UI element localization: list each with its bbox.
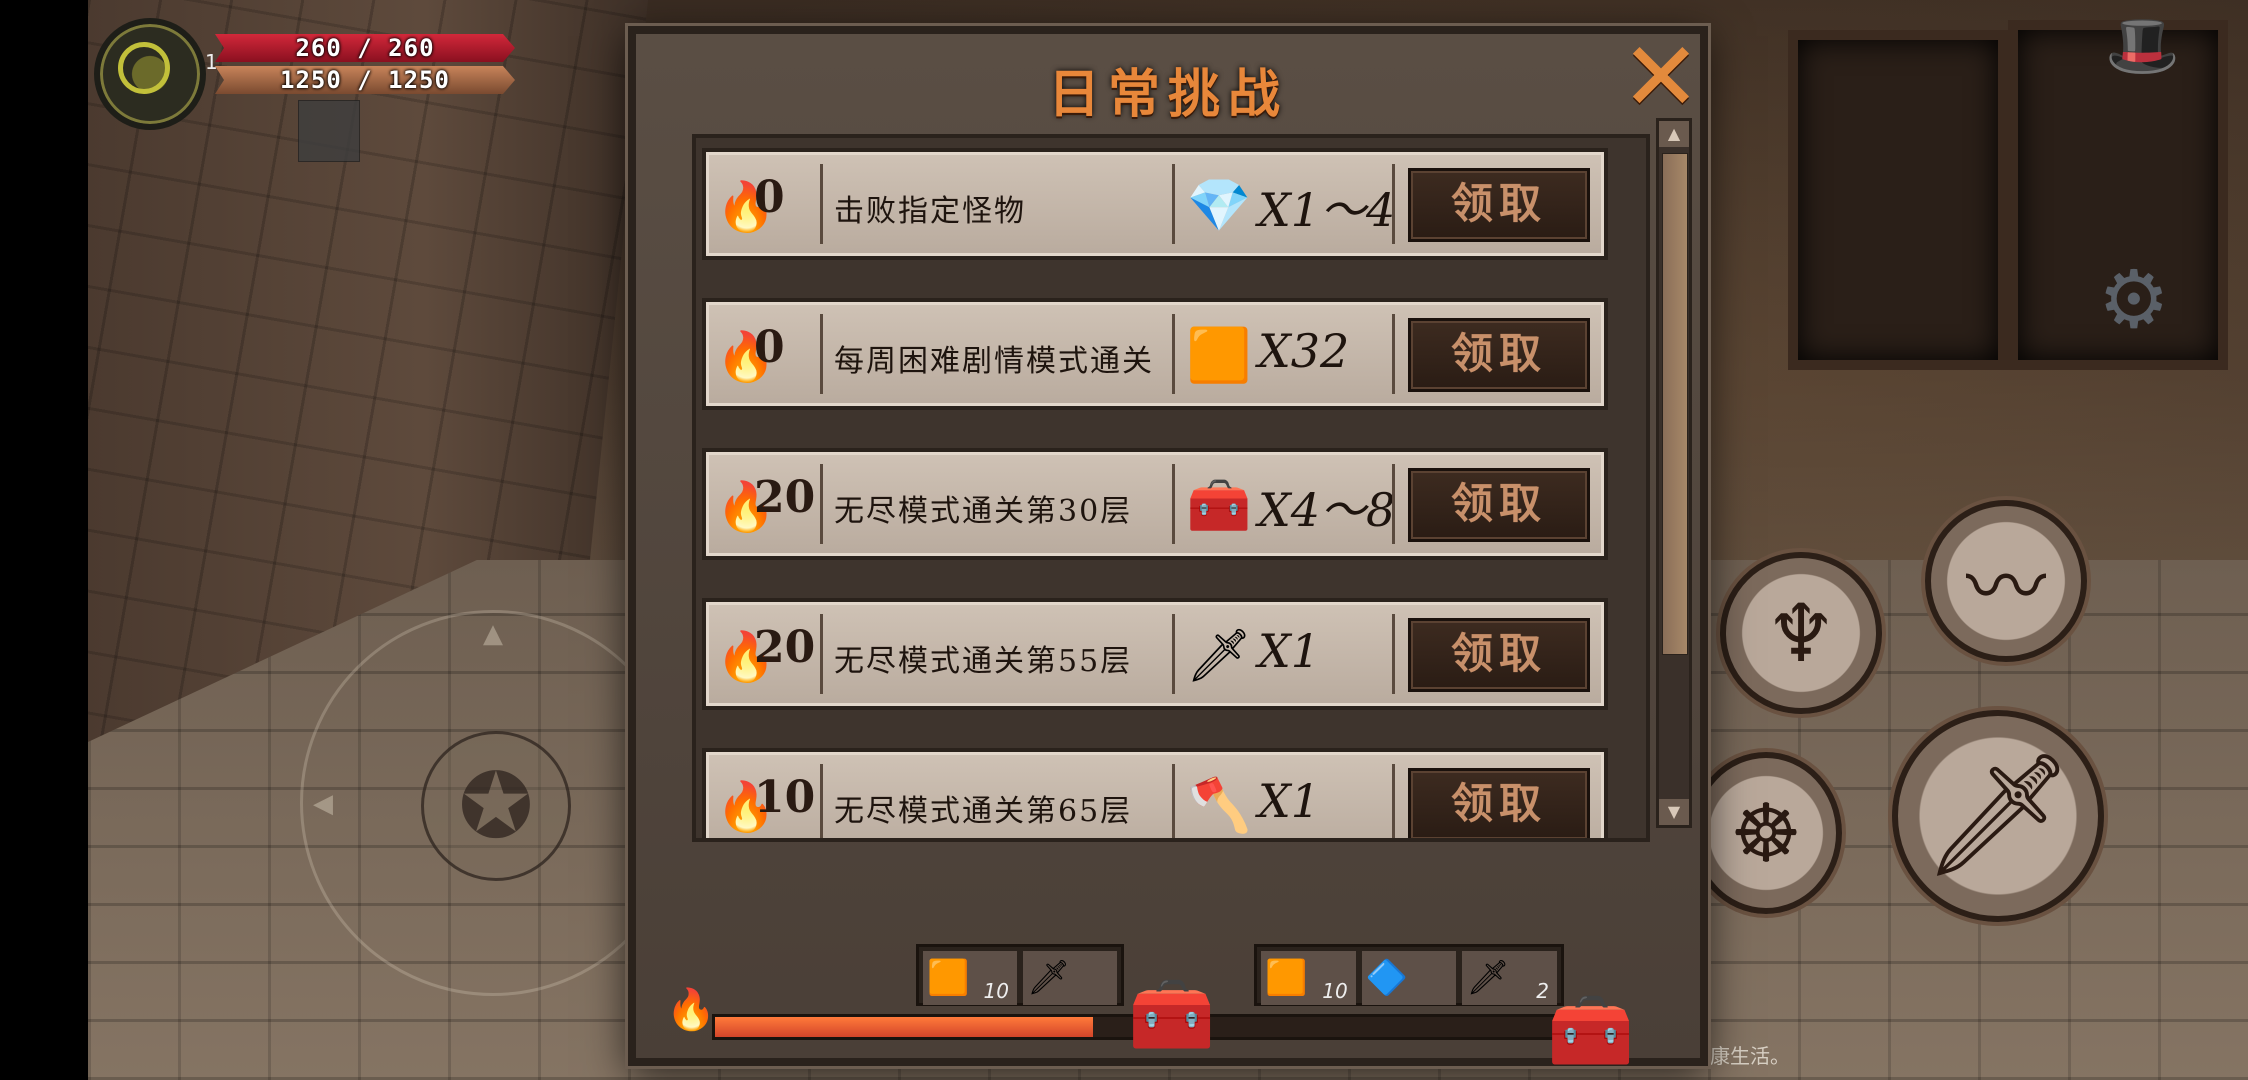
progress-fill [715,1017,1094,1037]
joystick-left-arrow-icon: ◀ [313,789,333,819]
buff-icon [298,100,360,162]
close-x-icon: ✕ [1620,21,1702,133]
reward-quantity: X32 [1258,324,1350,378]
skill-beast-button[interactable]: ☸ [1690,752,1842,914]
challenge-row: 🔥 0 击败指定怪物 💎 X1～4 领取 [702,148,1608,260]
milestone-2-chest-icon[interactable]: 🧰 [1541,990,1641,1070]
blue-eye-gem-icon: 🔷 [1365,958,1409,998]
milestone-2-rewards: 🟧 10 🔷 🗡 2 [1254,944,1564,1006]
challenge-row: 🔥 20 无尽模式通关第55层 🗡 X1 领取 [702,598,1608,710]
reward-quantity: X4～8 [1258,483,1396,537]
daily-challenge-modal: 日常挑战 ✕ 🔥 0 击败指定怪物 💎 X1～4 领取 🔥 0 每周困难剧情模式… [628,26,1708,1070]
challenge-description: 击败指定怪物 [834,194,1026,229]
challenge-points: 20 [754,622,816,673]
divider [1172,614,1175,694]
divider [1172,764,1175,838]
red-blade-icon: 🗡 [1185,625,1252,686]
challenge-list[interactable]: 🔥 0 击败指定怪物 💎 X1～4 领取 🔥 0 每周困难剧情模式通关 🟧 X3… [692,134,1650,842]
progress-flame-icon: 🔥 [666,987,716,1033]
close-button[interactable]: ✕ [1616,29,1706,125]
divider [1392,314,1395,394]
claim-button[interactable]: 领取 [1408,768,1590,838]
bookshelf-left [1788,30,2008,370]
scroll-down-arrow-icon[interactable]: ▼ [1659,799,1689,825]
scroll-thumb[interactable] [1662,153,1688,655]
milestone-1-chest-icon[interactable]: 🧰 [1122,974,1222,1054]
modal-title: 日常挑战 [1047,64,1288,125]
player-portrait[interactable] [94,18,206,130]
reward-slot: 🟧 10 [1261,951,1356,1005]
divider [1172,164,1175,244]
red-blade-icon: 🗡 [1466,958,1510,998]
divider [820,614,823,694]
challenge-points: 10 [754,772,816,823]
reward-quantity: X1 [1258,624,1321,678]
divider [820,464,823,544]
glowing-cube-icon: 🟧 [1186,325,1252,386]
joystick-up-arrow-icon: ▲ [483,619,503,649]
hp-bar: 260 / 260 [215,34,515,62]
claim-button[interactable]: 领取 [1408,168,1590,242]
reward-slot: 🔷 [1361,951,1457,1005]
divider [1392,614,1395,694]
settings-gear-icon[interactable]: ⚙ [2098,260,2170,340]
reward-slot: 🗡 [1023,951,1117,1005]
challenge-description: 无尽模式通关第55层 [834,644,1133,679]
divider [820,314,823,394]
mp-bar: 1250 / 1250 [215,66,515,94]
reward-count: 10 [1322,979,1348,1003]
divider [1392,464,1395,544]
challenge-row: 🔥 20 无尽模式通关第30层 🧰 X4～8 领取 [702,448,1608,560]
divider [820,764,823,838]
attack-dagger-button[interactable]: 🗡 [1892,710,2104,922]
challenge-points: 0 [754,172,785,223]
scrollbar[interactable]: ▲ ▼ [1656,118,1692,828]
player-level: 1 [205,50,218,74]
red-blade-icon: 🗡 [1027,958,1071,998]
glowing-cube-icon: 🟧 [1265,958,1308,998]
challenge-description: 无尽模式通关第65层 [834,794,1133,829]
divider [1172,464,1175,544]
merchant-hat-icon[interactable]: 🎩 [2105,10,2185,110]
red-axe-icon: 🪓 [1186,775,1252,836]
challenge-row: 🔥 10 无尽模式通关第65层 🪓 X1 领取 [702,748,1608,838]
divider [820,164,823,244]
challenge-description: 无尽模式通关第30层 [834,494,1133,529]
portrait-ring-icon [118,42,170,94]
scroll-up-arrow-icon[interactable]: ▲ [1659,121,1689,147]
claim-button[interactable]: 领取 [1408,468,1590,542]
divider [1172,314,1175,394]
claim-button[interactable]: 领取 [1408,618,1590,692]
mystery-crystal-icon: 💎 [1186,175,1252,236]
reward-quantity: X1 [1258,774,1321,828]
challenge-points: 0 [754,322,785,373]
milestone-1-rewards: 🟧 10 🗡 [916,944,1124,1006]
bottom-hint-text: 康生活。 [1710,1044,1790,1068]
challenge-points: 20 [754,472,816,523]
divider [1392,764,1395,838]
skill-claws-button[interactable]: 〰 [1925,500,2087,662]
joystick-pentagram-icon[interactable]: ✪ [421,731,571,881]
challenge-description: 每周困难剧情模式通关 [834,344,1154,379]
reward-quantity: X1～4 [1258,183,1396,237]
challenge-row: 🔥 0 每周困难剧情模式通关 🟧 X32 领取 [702,298,1608,410]
treasure-chest-icon: 🧰 [1186,475,1252,536]
claim-button[interactable]: 领取 [1408,318,1590,392]
skill-demon-button[interactable]: ♆ [1720,552,1882,714]
reward-count: 10 [983,979,1009,1003]
reward-slot: 🟧 10 [923,951,1017,1005]
divider [1392,164,1395,244]
glowing-cube-icon: 🟧 [927,958,970,998]
